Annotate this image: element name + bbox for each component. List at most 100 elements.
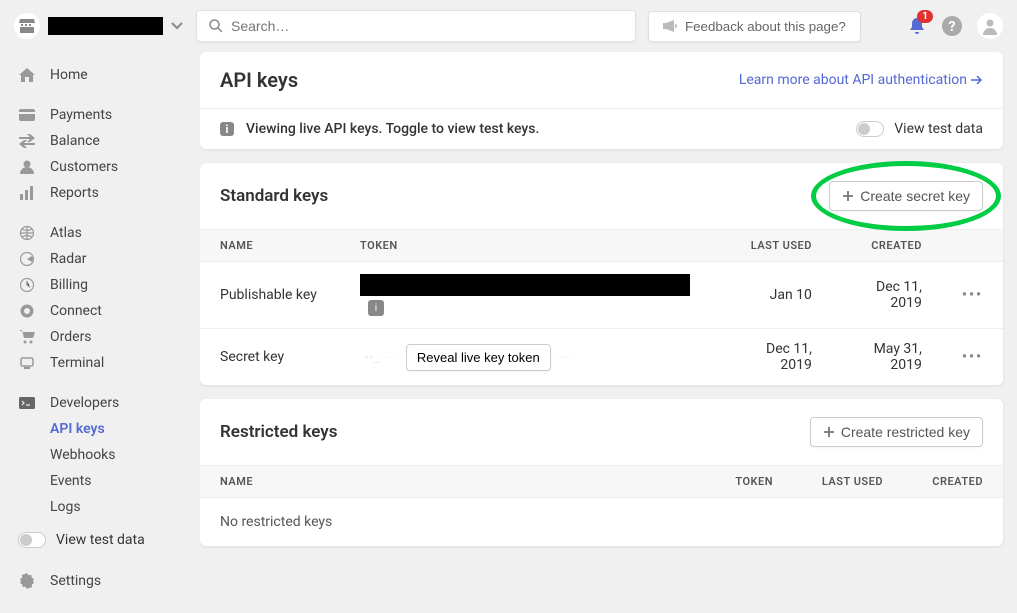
table-row: Publishable key i Jan 10 Dec 11, 2019 ••… [200,262,1003,329]
section-title: Standard keys [220,186,328,206]
topbar-actions: 1 ? [907,13,1003,39]
sidebar-item-label: Terminal [50,355,104,371]
live-keys-banner: i Viewing live API keys. Toggle to view … [200,108,1003,149]
sidebar-item-settings[interactable]: Settings [0,568,200,594]
restricted-keys-card: Restricted keys Create restricted key NA… [200,399,1003,546]
empty-message: No restricted keys [200,498,1003,546]
svg-text:i: i [226,123,229,136]
sidebar-item-events[interactable]: Events [0,468,200,494]
page-header-card: API keys Learn more about API authentica… [200,52,1003,149]
sidebar-item-label: Radar [50,251,87,267]
info-icon: i [220,122,234,136]
learn-more-link[interactable]: Learn more about API authentication [739,72,983,88]
sidebar-test-toggle[interactable]: View test data [0,526,200,554]
page-title: API keys [220,68,298,92]
toggle-label: View test data [894,121,983,137]
cart-icon [18,330,36,344]
create-restricted-key-button[interactable]: Create restricted key [810,417,983,447]
restricted-keys-table: NAME TOKEN LAST USED CREATED [200,465,1003,498]
reveal-token-button[interactable]: Reveal live key token [406,344,551,371]
sidebar-item-label: Logs [50,499,81,515]
sidebar-item-label: API keys [50,421,105,437]
faded-placeholder: ••_···· [364,350,394,366]
key-created: Dec 11, 2019 [832,262,942,329]
banner-text: Viewing live API keys. Toggle to view te… [246,121,539,137]
sidebar-item-billing[interactable]: Billing [0,272,200,298]
search-input[interactable] [231,18,623,34]
plus-icon [823,426,835,438]
svg-text:?: ? [949,19,956,35]
row-actions-menu[interactable]: ••• [962,287,983,303]
key-last-used: Jan 10 [722,262,832,329]
org-name-redacted [48,17,163,35]
banner-test-toggle[interactable]: View test data [856,121,983,137]
sidebar-item-api-keys[interactable]: API keys [0,416,200,442]
sidebar-item-developers[interactable]: Developers [0,390,200,416]
create-secret-key-button[interactable]: Create secret key [829,181,983,211]
col-last-used: LAST USED [722,230,832,262]
sidebar-item-label: Reports [50,185,99,201]
arrow-right-icon [971,75,983,85]
connect-icon [18,304,36,318]
key-created: May 31, 2019 [832,329,942,386]
sidebar: Home Payments Balance Customers Reports … [0,52,200,613]
sidebar-item-reports[interactable]: Reports [0,180,200,206]
search-icon [209,19,223,33]
notification-badge: 1 [917,10,933,23]
sidebar-item-home[interactable]: Home [0,62,200,88]
plus-icon [842,190,854,202]
sidebar-item-payments[interactable]: Payments [0,102,200,128]
row-actions-menu[interactable]: ••• [962,349,983,365]
col-token: TOKEN [340,230,722,262]
standard-keys-card: Standard keys Create secret key NAME TOK… [200,163,1003,385]
chevron-down-icon [171,22,183,30]
sidebar-item-atlas[interactable]: Atlas [0,220,200,246]
sidebar-item-webhooks[interactable]: Webhooks [0,442,200,468]
sidebar-item-terminal[interactable]: Terminal [0,350,200,376]
col-last-used: LAST USED [793,466,903,498]
org-switcher[interactable] [14,13,184,39]
radar-icon [18,252,36,266]
toggle-label: View test data [56,532,145,548]
card-icon [18,109,36,121]
person-icon [18,160,36,174]
sidebar-item-label: Atlas [50,225,82,241]
sidebar-item-label: Connect [50,303,102,319]
sidebar-item-label: Customers [50,159,118,175]
standard-keys-table: NAME TOKEN LAST USED CREATED Publishable… [200,229,1003,385]
token-redacted[interactable] [360,274,690,296]
sidebar-item-radar[interactable]: Radar [0,246,200,272]
feedback-label: Feedback about this page? [685,19,846,34]
megaphone-icon [663,20,677,32]
sidebar-item-balance[interactable]: Balance [0,128,200,154]
toggle-switch[interactable] [856,121,884,137]
key-token-cell: ••_···· Reveal live key token ···· [340,329,722,386]
sidebar-item-label: Settings [50,573,101,589]
col-name: NAME [200,466,703,498]
help-button[interactable]: ? [941,15,963,37]
feedback-button[interactable]: Feedback about this page? [648,11,861,42]
sidebar-item-label: Balance [50,133,100,149]
key-name: Publishable key [200,262,340,329]
main-content: API keys Learn more about API authentica… [200,52,1017,613]
search-box[interactable] [196,10,636,42]
highlight-annotation: Create secret key [829,181,983,211]
gear-icon [18,573,36,589]
toggle-switch[interactable] [18,532,46,548]
sidebar-item-label: Events [50,473,91,489]
sidebar-item-connect[interactable]: Connect [0,298,200,324]
table-row: Secret key ••_···· Reveal live key token… [200,329,1003,386]
col-name: NAME [200,230,340,262]
sidebar-item-orders[interactable]: Orders [0,324,200,350]
button-label: Create restricted key [841,424,970,440]
sidebar-item-logs[interactable]: Logs [0,494,200,520]
user-avatar[interactable] [977,13,1003,39]
sidebar-item-customers[interactable]: Customers [0,154,200,180]
sidebar-item-label: Orders [50,329,92,345]
notifications-button[interactable]: 1 [907,16,927,36]
sidebar-item-label: Billing [50,277,88,293]
topbar: Feedback about this page? 1 ? [0,0,1017,52]
info-icon[interactable]: i [368,300,384,316]
col-token: TOKEN [703,466,793,498]
clock-icon [18,278,36,292]
